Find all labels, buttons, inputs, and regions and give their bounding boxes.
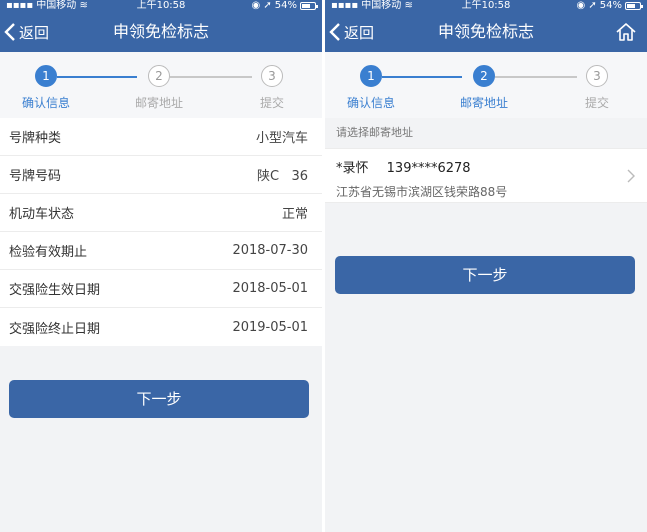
step-line-2 [170,76,252,78]
info-value: 2019-05-01 [232,319,308,335]
chevron-right-icon [627,169,635,183]
address-hint: 请选择邮寄地址 [325,118,647,148]
info-value: 小型汽车 [255,131,308,146]
home-icon[interactable] [615,21,637,43]
status-right: ◉ ➚ 54% [251,0,318,12]
info-label: 检验有效期止 [9,245,88,260]
step-circle-1: 1 [360,65,382,87]
info-row-vehicle-status: 机动车状态 正常 [0,194,322,232]
location-icon: ◉ ➚ [576,0,597,11]
screen-mailing-address: ▪▪▪▪ 中国移动 ≋ 上午10:58 ◉ ➚ 54% 返回 申领免检标志 1 … [325,0,647,532]
info-label: 号牌号码 [9,169,62,184]
info-value: 陕C 36 [256,169,308,184]
step-circle-2: 2 [473,65,495,87]
address-contact: *录怀 139****6278 [336,157,636,176]
status-right: ◉ ➚ 54% [576,0,643,12]
step-label-3: 提交 [584,96,609,110]
address-detail: 江苏省无锡市滨湖区钱荣路88号 [336,185,508,199]
info-value: 2018-05-01 [232,281,308,296]
info-label: 交强险终止日期 [9,321,101,337]
step-line-1 [382,76,462,78]
battery-icon [625,2,643,10]
info-label: 交强险生效日期 [9,283,101,298]
step-label-1: 确认信息 [21,96,70,110]
screen-confirm-info: ▪▪▪▪ 中国移动 ≋ 上午10:58 ◉ ➚ 54% 返回 申领免检标志 1 … [0,0,322,532]
back-label: 返回 [344,23,375,42]
next-step-button[interactable]: 下一步 [335,256,635,294]
battery-icon [300,2,318,10]
info-row-plate-number: 号牌号码 陕C 36 [0,156,322,194]
recipient-phone: 139****6278 [386,161,471,176]
info-row-insurance-end: 交强险终止日期 2019-05-01 [0,308,322,346]
back-label: 返回 [19,23,50,42]
step-indicator: 1 2 3 确认信息 邮寄地址 提交 [325,52,647,118]
step-label-2: 邮寄地址 [459,96,508,110]
back-button[interactable]: 返回 [4,12,49,52]
nav-bar: 返回 申领免检标志 [0,12,322,52]
status-bar: ▪▪▪▪ 中国移动 ≋ 上午10:58 ◉ ➚ 54% [0,0,322,12]
chevron-left-icon [4,23,15,41]
step-circle-2: 2 [148,65,170,87]
info-label: 机动车状态 [9,207,75,222]
chevron-left-icon [329,23,340,41]
step-line-1 [57,76,137,78]
info-row-inspection-expiry: 检验有效期止 2018-07-30 [0,232,322,270]
info-value: 2018-07-30 [232,243,308,258]
step-label-3: 提交 [259,96,284,110]
recipient-name: *录怀 [336,161,369,176]
step-circle-3: 3 [261,65,283,87]
nav-bar: 返回 申领免检标志 [325,12,647,52]
next-step-button[interactable]: 下一步 [9,380,309,418]
step-indicator: 1 2 3 确认信息 邮寄地址 提交 [0,52,322,118]
address-card[interactable]: *录怀 139****6278 江苏省无锡市滨湖区钱荣路88号 [325,148,647,203]
back-button[interactable]: 返回 [329,12,374,52]
step-label-2: 邮寄地址 [134,96,183,110]
status-bar: ▪▪▪▪ 中国移动 ≋ 上午10:58 ◉ ➚ 54% [325,0,647,12]
vehicle-info-list: 号牌种类 小型汽车 号牌号码 陕C 36 机动车状态 正常 检验有效期止 201… [0,118,322,346]
info-value: 正常 [281,207,308,222]
info-row-insurance-start: 交强险生效日期 2018-05-01 [0,270,322,308]
step-line-2 [495,76,577,78]
step-circle-1: 1 [35,65,57,87]
info-row-plate-type: 号牌种类 小型汽车 [0,118,322,156]
info-label: 号牌种类 [9,131,62,146]
step-circle-3: 3 [586,65,608,87]
step-label-1: 确认信息 [346,96,395,110]
location-icon: ◉ ➚ [251,0,272,11]
